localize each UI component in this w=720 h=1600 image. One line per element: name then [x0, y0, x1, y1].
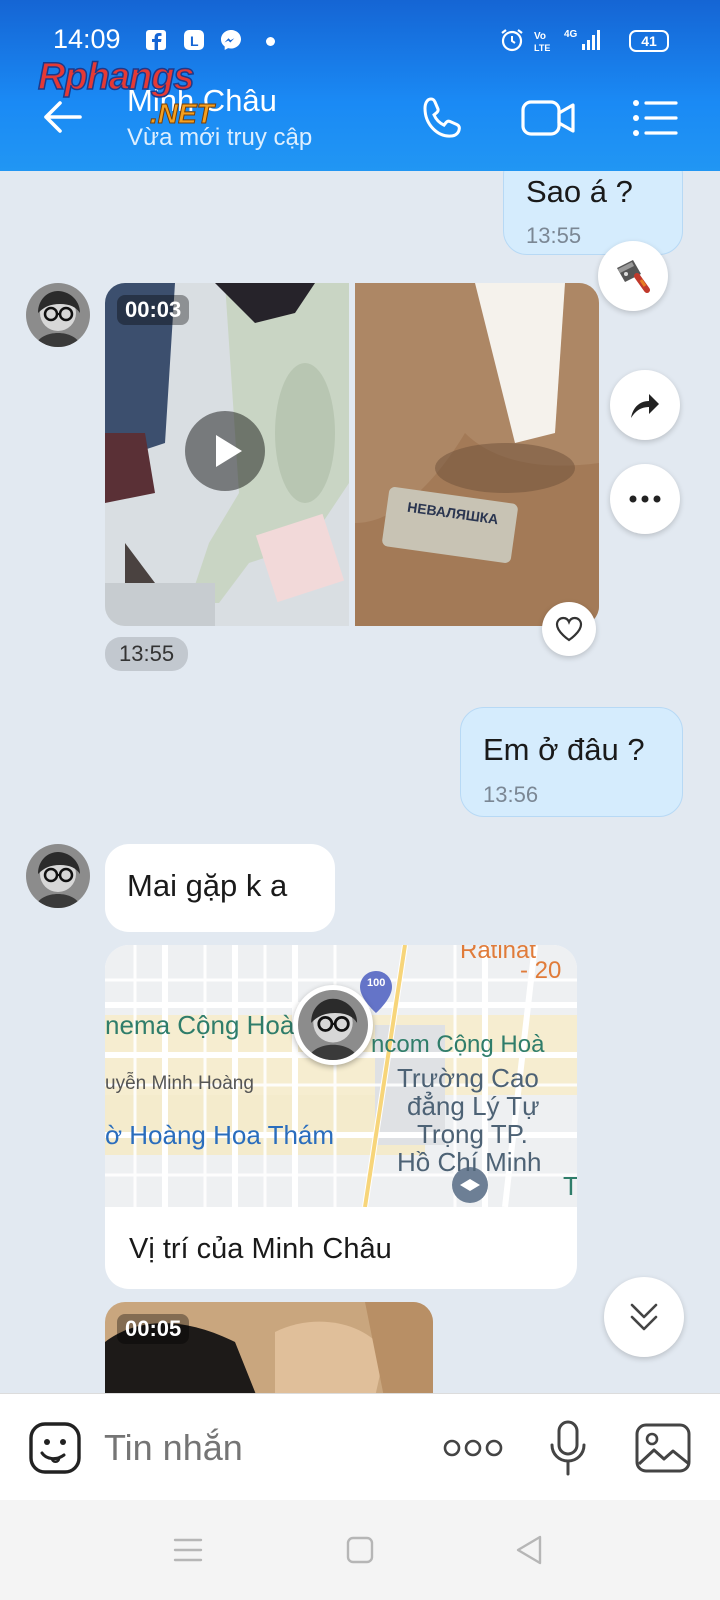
message-time: 13:55 — [526, 223, 582, 248]
map-label: ờ Hoàng Hoa Thám — [105, 1120, 335, 1150]
video-thumbnail[interactable]: 00:05 — [105, 1302, 433, 1393]
contact-avatar[interactable] — [26, 844, 90, 908]
home-icon[interactable] — [346, 1536, 374, 1564]
svg-text:4G: 4G — [564, 29, 578, 40]
video-thumbnail[interactable]: 00:03 — [105, 283, 349, 626]
watermark-text: Rphangs — [37, 55, 195, 99]
volte-icon: VoLTE — [534, 31, 550, 53]
like-button[interactable] — [542, 602, 596, 656]
ellipsis-icon — [629, 495, 661, 503]
messenger-icon — [221, 30, 241, 50]
site-watermark: Rphangs .NET — [37, 55, 258, 136]
play-icon[interactable] — [185, 411, 265, 491]
emoji-sticker-icon[interactable] — [28, 1421, 82, 1475]
map-label: Trường Cao — [397, 1063, 539, 1093]
map-label: nema Cộng Hoà — [105, 1010, 295, 1040]
microphone-icon[interactable] — [548, 1419, 588, 1477]
video-duration: 00:05 — [117, 1314, 190, 1344]
status-time: 14:09 — [53, 24, 121, 54]
map-label: đẳng Lý Tự — [407, 1091, 540, 1121]
header-bar: 14:09 L Vo LTE 4G 41 Minh Châu Vừa mới tr… — [0, 0, 720, 171]
message-time: 13:56 — [483, 782, 539, 807]
double-chevron-down-icon — [630, 1303, 658, 1331]
map-label: ncom Cộng Hoà — [371, 1031, 545, 1058]
notification-dot — [266, 37, 275, 46]
photo-preview-image — [355, 283, 599, 626]
forward-arrow-icon — [631, 394, 659, 418]
system-nav-bar — [0, 1500, 720, 1600]
message-text: Sao á ? — [526, 174, 633, 209]
signal-4g-icon: 4G — [564, 29, 600, 50]
status-bar: 14:09 L Vo LTE 4G 41 — [0, 0, 720, 62]
map-label: 100 — [367, 977, 386, 989]
outgoing-message-bubble[interactable]: Em ở đâu ? 13:56 — [460, 707, 683, 817]
message-text: Mai gặp k a — [127, 868, 288, 903]
map-label: Hồ Chí Minh — [397, 1147, 542, 1177]
video-duration: 00:03 — [117, 295, 190, 325]
gallery-image-icon[interactable] — [634, 1422, 692, 1474]
battery-indicator: 41 — [629, 30, 669, 52]
back-nav-icon[interactable] — [514, 1534, 544, 1566]
scroll-to-bottom-button[interactable] — [604, 1277, 684, 1357]
watermark-sub: .NET — [150, 98, 215, 130]
map-label: Trọng TP. — [417, 1119, 528, 1149]
map-preview[interactable]: Ratinat - 20 100 nema Cộng Hoà ncom Cộng… — [105, 945, 577, 1207]
media-timestamp: 13:55 — [105, 637, 189, 671]
more-actions-icon[interactable] — [443, 1438, 503, 1458]
contact-avatar[interactable] — [26, 283, 90, 347]
svg-text:L: L — [190, 33, 199, 49]
share-button[interactable] — [610, 370, 680, 440]
line-app-icon: L — [184, 30, 204, 50]
phone-call-icon[interactable] — [420, 94, 468, 142]
photo-thumbnail[interactable]: НЕВАЛЯШКА — [355, 283, 599, 626]
map-avatar-pin — [293, 985, 373, 1065]
more-options-button[interactable] — [610, 464, 680, 534]
reaction-sticker-button[interactable] — [598, 241, 668, 311]
message-text: Em ở đâu ? — [483, 732, 645, 767]
avatar-portrait-icon — [298, 990, 368, 1060]
map-label: T — [563, 1171, 577, 1201]
facebook-icon — [146, 30, 166, 50]
map-label: uyễn Minh Hoàng — [105, 1073, 254, 1094]
message-input[interactable] — [104, 1426, 424, 1470]
svg-text:LTE: LTE — [534, 43, 550, 53]
recent-apps-icon[interactable] — [172, 1536, 204, 1564]
outgoing-message-bubble[interactable]: Sao á ? 13:55 — [503, 171, 683, 255]
avatar-portrait-icon — [26, 844, 90, 908]
avatar-portrait-icon — [26, 283, 90, 347]
svg-text:Vo: Vo — [534, 31, 546, 42]
video-call-icon[interactable] — [520, 94, 578, 142]
location-caption: Vị trí của Minh Châu — [129, 1233, 392, 1265]
alarm-icon — [501, 29, 523, 52]
incoming-message-bubble[interactable]: Mai gặp k a — [105, 844, 335, 932]
map-label: - 20 — [520, 957, 562, 984]
heart-icon — [555, 616, 583, 642]
cleaver-knife-icon — [617, 260, 650, 293]
location-card[interactable]: Ratinat - 20 100 nema Cộng Hoà ncom Cộng… — [105, 945, 577, 1289]
menu-list-icon[interactable] — [630, 94, 678, 142]
